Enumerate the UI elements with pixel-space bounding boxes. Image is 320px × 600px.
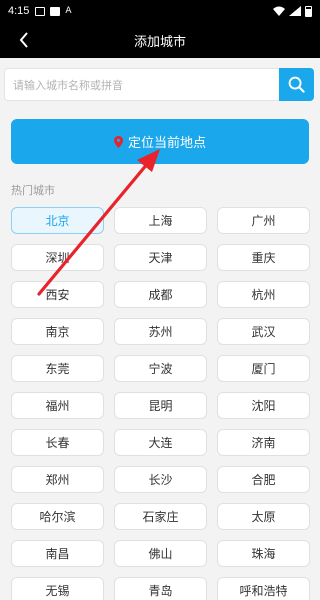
city-button[interactable]: 深圳 [11,244,104,271]
city-button[interactable]: 广州 [217,207,310,234]
city-button[interactable]: 北京 [11,207,104,234]
hot-cities-grid: 北京 上海 广州深圳 天津 重庆西安 成都 杭州南京 苏州 武汉东莞 宁波 厦门福州 昆明 沈阳长春 大连… [11,207,310,600]
city-button[interactable]: 重庆 [217,244,310,271]
search-icon [288,76,305,93]
city-button[interactable]: 呼和浩特 [217,577,310,600]
city-button[interactable]: 南京 [11,318,104,345]
city-button[interactable]: 南昌 [11,540,104,567]
square-icon [50,6,61,16]
city-button[interactable]: 苏州 [114,318,207,345]
city-button[interactable]: 大连 [114,429,207,456]
hot-cities-title: 热门城市 [11,184,55,197]
city-button[interactable]: 济南 [217,429,310,456]
signal-icon [289,6,301,16]
city-button[interactable]: 佛山 [114,540,207,567]
status-time: 4:15 [8,5,30,17]
city-button[interactable]: 石家庄 [114,503,207,530]
navbar: 添加城市 [0,22,320,58]
back-button[interactable] [10,22,38,58]
city-button[interactable]: 天津 [114,244,207,271]
a-icon: A [65,5,72,16]
image-icon [35,6,46,16]
wifi-icon [273,6,285,16]
page-title: 添加城市 [133,34,186,50]
city-button[interactable]: 珠海 [217,540,310,567]
city-button[interactable]: 成都 [114,281,207,308]
city-button[interactable]: 杭州 [217,281,310,308]
status-bar: 4:15 A [0,0,320,22]
search-button[interactable] [279,68,314,101]
chevron-left-icon [19,32,28,48]
city-button[interactable]: 无锡 [11,577,104,600]
city-button[interactable]: 长春 [11,429,104,456]
locate-label: 定位当前地点 [127,136,206,151]
city-button[interactable]: 哈尔滨 [11,503,104,530]
city-button[interactable]: 西安 [11,281,104,308]
city-button[interactable]: 沈阳 [217,392,310,419]
search-bar: 请输入城市名称或拼音 [4,68,314,101]
city-button[interactable]: 上海 [114,207,207,234]
city-button[interactable]: 东莞 [11,355,104,382]
battery-icon [305,5,312,17]
city-button[interactable]: 昆明 [114,392,207,419]
city-button[interactable]: 福州 [11,392,104,419]
city-button[interactable]: 郑州 [11,466,104,493]
city-button[interactable]: 青岛 [114,577,207,600]
location-pin-icon [113,135,123,148]
city-button[interactable]: 太原 [217,503,310,530]
city-button[interactable]: 合肥 [217,466,310,493]
search-input[interactable]: 请输入城市名称或拼音 [4,68,279,101]
locate-current-button[interactable]: 定位当前地点 [11,119,309,164]
city-button[interactable]: 厦门 [217,355,310,382]
city-button[interactable]: 长沙 [114,466,207,493]
city-button[interactable]: 武汉 [217,318,310,345]
city-button[interactable]: 宁波 [114,355,207,382]
